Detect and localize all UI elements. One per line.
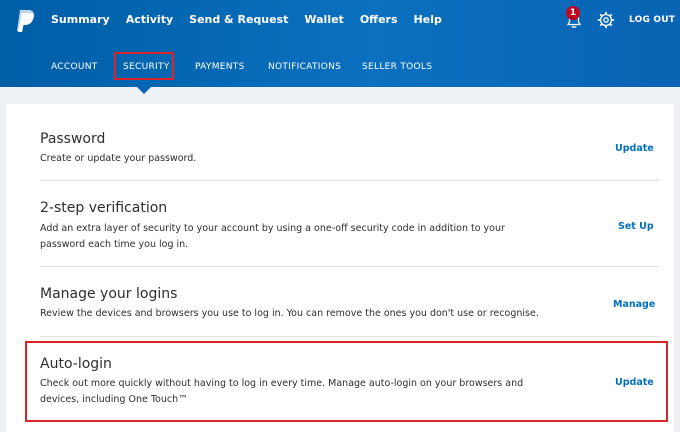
setting-description: Create or update your password. — [40, 153, 197, 164]
nav-wallet[interactable]: Wallet — [304, 13, 343, 26]
auto-login-update-link[interactable]: Update — [615, 377, 654, 388]
setting-auto-login: Auto-login Check out more quickly withou… — [40, 356, 660, 411]
nav-summary[interactable]: Summary — [51, 13, 110, 26]
setting-title: Manage your logins — [40, 286, 178, 302]
tab-seller-tools[interactable]: SELLER TOOLS — [362, 62, 432, 72]
notification-badge[interactable]: 1 — [566, 6, 580, 20]
setting-manage-logins: Manage your logins Review the devices an… — [40, 286, 660, 326]
setting-password: Password Create or update your password.… — [40, 131, 660, 171]
setting-description: Review the devices and browsers you use … — [40, 308, 539, 319]
top-nav: Summary Activity Send & Request Wallet O… — [51, 13, 458, 26]
nav-activity[interactable]: Activity — [126, 13, 173, 26]
active-tab-caret — [136, 86, 152, 94]
paypal-logo-icon[interactable] — [14, 9, 36, 33]
nav-help[interactable]: Help — [414, 13, 442, 26]
nav-send-request[interactable]: Send & Request — [189, 13, 288, 26]
tab-account[interactable]: ACCOUNT — [51, 62, 98, 72]
sub-nav: ACCOUNT SECURITY PAYMENTS NOTIFICATIONS … — [0, 62, 680, 76]
nav-offers[interactable]: Offers — [360, 13, 398, 26]
setting-description: Add an extra layer of security to your a… — [40, 223, 505, 250]
divider — [40, 336, 659, 337]
tab-notifications[interactable]: NOTIFICATIONS — [268, 62, 341, 72]
setting-title: Password — [40, 131, 106, 147]
gear-icon[interactable] — [597, 11, 615, 29]
setting-title: Auto-login — [40, 356, 112, 372]
security-tab-highlight — [114, 52, 174, 80]
2-step-setup-link[interactable]: Set Up — [618, 221, 654, 232]
divider — [40, 180, 659, 181]
logout-button[interactable]: LOG OUT — [629, 15, 675, 25]
divider — [40, 266, 659, 267]
setting-title: 2-step verification — [40, 200, 168, 216]
setting-description: Check out more quickly without having to… — [40, 378, 524, 405]
manage-logins-link[interactable]: Manage — [613, 299, 655, 310]
setting-2-step-verification: 2-step verification Add an extra layer o… — [40, 200, 660, 255]
password-update-link[interactable]: Update — [615, 143, 654, 154]
tab-payments[interactable]: PAYMENTS — [195, 62, 245, 72]
top-header: Summary Activity Send & Request Wallet O… — [0, 0, 680, 87]
